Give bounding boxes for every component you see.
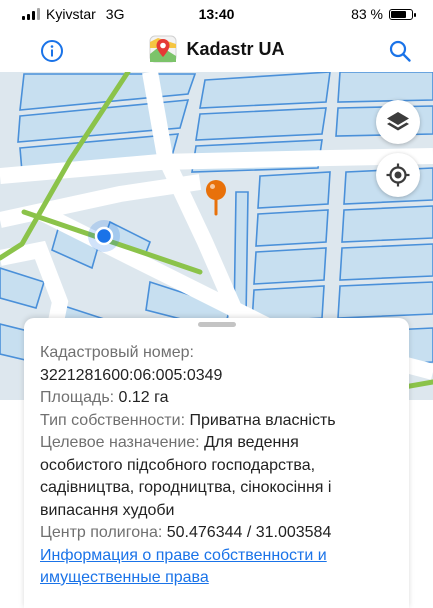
sheet-drag-handle[interactable]	[197, 322, 236, 327]
layers-button[interactable]	[376, 100, 420, 144]
my-location-button[interactable]	[376, 153, 420, 197]
app-header: Kadastr UA	[0, 30, 433, 72]
ownership-rights-link[interactable]: Информация о праве собственности и имущес…	[40, 547, 327, 587]
cadastral-number-value: 3221281600:06:005:0349	[40, 366, 223, 384]
search-button[interactable]	[384, 35, 416, 67]
battery-icon	[389, 8, 416, 20]
purpose-value-line-4: випасання худоби	[40, 501, 175, 519]
ownership-label: Тип собственности:	[40, 411, 186, 429]
area-label: Площадь:	[40, 389, 115, 406]
map-pin-logo-icon	[149, 35, 177, 63]
polygon-center-value: 50.476344 / 31.003584	[166, 524, 332, 541]
polygon-center-label: Центр полигона:	[40, 524, 163, 541]
search-icon	[389, 40, 411, 62]
locate-icon	[386, 163, 410, 187]
ownership-rights-link-line-2: имущественные права	[40, 569, 209, 586]
purpose-label: Целевое назначение:	[40, 434, 200, 451]
user-location-dot	[94, 226, 114, 246]
ownership-value: Приватна власність	[189, 411, 336, 429]
purpose-value-line-2: особистого підсобного господарства,	[40, 456, 316, 474]
layers-icon	[387, 112, 409, 131]
app-title: Kadastr UA	[186, 38, 285, 59]
purpose-value-line-3: садівництва, городництва, сінокосіння і	[40, 479, 332, 496]
app-brand: Kadastr UA	[0, 34, 433, 64]
purpose-value-line-1: Для ведення	[204, 434, 299, 451]
status-bar: Kyivstar 3G 13:40 83 %	[0, 0, 433, 30]
area-value: 0.12 га	[118, 389, 169, 406]
parcel-info-sheet[interactable]: Кадастровый номер: 3221281600:06:005:034…	[24, 318, 409, 608]
parcel-details: Кадастровый номер: 3221281600:06:005:034…	[40, 342, 399, 590]
battery-info: 83 %	[351, 6, 416, 22]
cadastral-number-label: Кадастровый номер:	[40, 344, 194, 361]
battery-percent: 83 %	[351, 6, 383, 22]
ownership-rights-link-line-1: Информация о праве собственности и	[40, 546, 327, 564]
